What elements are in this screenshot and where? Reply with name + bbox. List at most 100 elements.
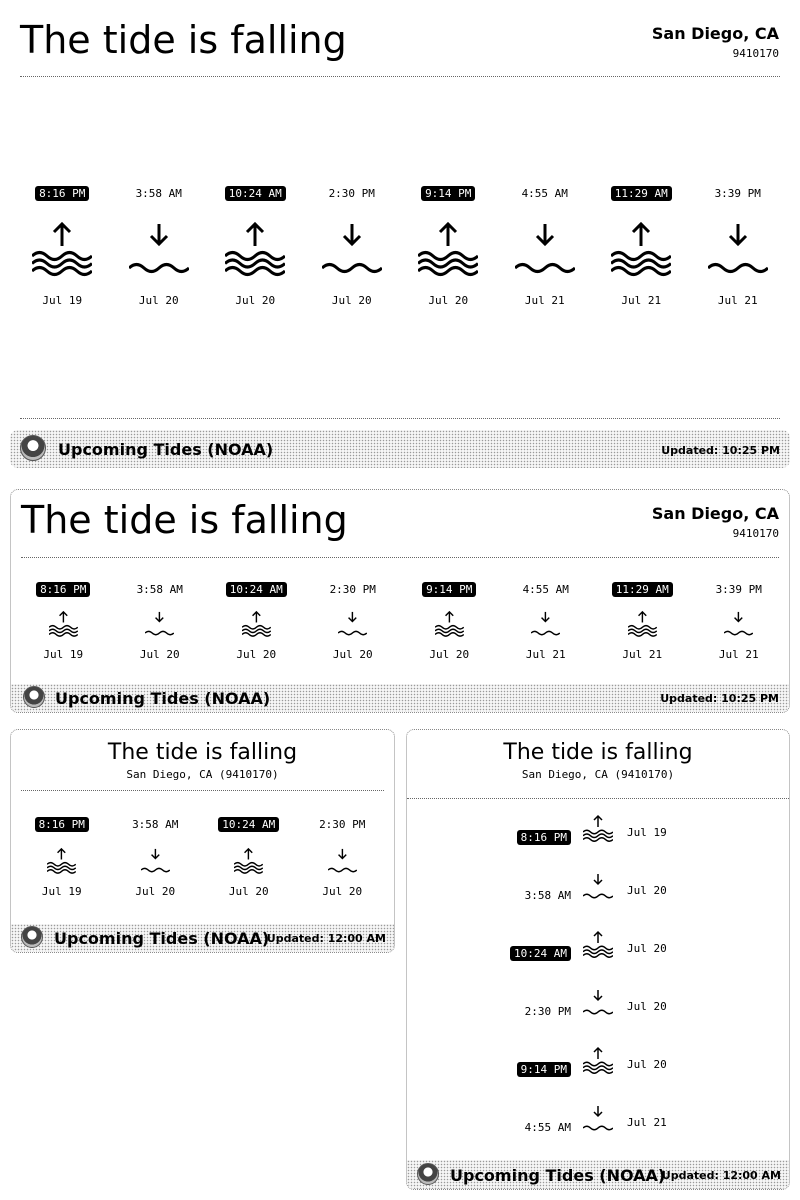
tide-time: 2:30 PM (328, 187, 375, 200)
tide-item: 4:55 AM Jul 21 (407, 1102, 789, 1152)
rising-tide-icon (583, 930, 613, 958)
rising-tide-icon (48, 610, 78, 637)
tide-time: 4:55 AM (522, 583, 569, 596)
falling-tide-icon (128, 224, 189, 273)
tide-time: 9:14 PM (516, 1062, 571, 1077)
updated-time: Updated: 12:00 AM (266, 932, 386, 945)
rising-tide-icon (32, 221, 93, 276)
tide-time: 3:58 AM (132, 818, 179, 831)
tide-time: 2:30 PM (524, 1005, 571, 1018)
tide-time: 8:16 PM (34, 817, 89, 832)
header-divider (21, 557, 779, 558)
falling-tide-icon (338, 611, 368, 636)
tide-row: 8:16 PM Jul 19 3:58 AM Jul 20 10:24 AM Jul 20… (15, 574, 787, 664)
page-title: The tide is falling (107, 740, 298, 765)
rising-tide-icon (234, 847, 264, 874)
tide-date: Jul 21 (621, 294, 662, 307)
tide-date: Jul 20 (331, 294, 372, 307)
rising-tide-icon (241, 610, 271, 637)
tide-time: 11:29 AM (611, 582, 673, 597)
tide-date: Jul 20 (627, 942, 667, 955)
tide-item: 10:24 AM Jul 20 (208, 574, 305, 664)
tide-item: 8:16 PM Jul 19 (407, 812, 789, 862)
location-name: San Diego, CA (651, 24, 779, 43)
footer-bar: Upcoming Tides (NOAA) Updated: 12:00 AM (407, 1160, 789, 1189)
widget-wide: The tide is falling San Diego, CA 941017… (10, 489, 790, 713)
footer-label: Upcoming Tides (NOAA) (450, 1166, 666, 1185)
noaa-logo-icon (23, 686, 45, 708)
rising-tide-icon (627, 610, 657, 637)
tide-date: Jul 20 (236, 648, 277, 661)
tide-date: Jul 20 (322, 885, 363, 898)
station-id: 9410170 (732, 47, 779, 60)
tide-item: 3:39 PM Jul 21 (691, 574, 788, 664)
tide-item: 8:16 PM Jul 19 (15, 574, 112, 664)
tide-time: 10:24 AM (218, 817, 280, 832)
tide-item: 4:55 AM Jul 21 (498, 574, 595, 664)
falling-tide-icon (583, 1106, 613, 1131)
tide-item: 2:30 PM Jul 20 (296, 813, 390, 903)
page-title: The tide is falling (21, 498, 348, 542)
falling-tide-icon (724, 611, 754, 636)
tide-time: 8:16 PM (35, 186, 90, 201)
location-inline: San Diego, CA (9410170) (521, 768, 675, 781)
falling-tide-icon (145, 611, 175, 636)
tide-time: 4:55 AM (524, 1121, 571, 1134)
tide-date: Jul 20 (235, 294, 276, 307)
tide-time: 3:58 AM (524, 889, 571, 902)
tide-date: Jul 21 (622, 648, 663, 661)
tide-date: Jul 19 (627, 826, 667, 839)
rising-tide-icon (583, 814, 613, 842)
updated-time: Updated: 12:00 AM (661, 1169, 781, 1182)
rising-tide-icon (418, 221, 479, 276)
rising-tide-icon (434, 610, 464, 637)
location-name: San Diego, CA (651, 504, 779, 523)
tide-date: Jul 21 (717, 294, 758, 307)
noaa-logo-icon (21, 926, 43, 948)
tide-list: 8:16 PM Jul 19 3:58 AM Jul 20 10:24 AM Jul 20… (407, 812, 789, 1152)
tide-row: 8:16 PM Jul 19 3:58 AM Jul 20 10:24 AM Jul 20… (15, 813, 390, 903)
header-divider (20, 76, 780, 77)
tide-date: Jul 19 (41, 885, 82, 898)
tide-date: Jul 20 (135, 885, 176, 898)
tide-date: Jul 19 (42, 294, 83, 307)
tide-time: 3:39 PM (715, 583, 762, 596)
footer-label: Upcoming Tides (NOAA) (55, 689, 271, 708)
tide-item: 3:58 AM Jul 20 (109, 813, 203, 903)
tide-time: 3:39 PM (714, 187, 761, 200)
footer-label: Upcoming Tides (NOAA) (58, 440, 274, 459)
tide-item: 9:14 PM Jul 20 (401, 574, 498, 664)
widget-tall: The tide is falling San Diego, CA (94101… (406, 729, 790, 1190)
falling-tide-icon (140, 848, 170, 873)
tide-date: Jul 20 (139, 648, 180, 661)
tide-item: 3:39 PM Jul 21 (690, 180, 787, 320)
falling-tide-icon (327, 848, 357, 873)
falling-tide-icon (531, 611, 561, 636)
tide-time: 4:55 AM (521, 187, 568, 200)
tide-date: Jul 21 (718, 648, 759, 661)
tide-date: Jul 21 (525, 648, 566, 661)
tide-time: 10:24 AM (225, 582, 287, 597)
tide-date: Jul 20 (138, 294, 179, 307)
falling-tide-icon (514, 224, 575, 273)
falling-tide-icon (583, 990, 613, 1015)
rising-tide-icon (225, 221, 286, 276)
tide-item: 11:29 AM Jul 21 (593, 180, 690, 320)
tide-item: 10:24 AM Jul 20 (407, 928, 789, 978)
tide-time: 2:30 PM (319, 818, 366, 831)
tide-item: 10:24 AM Jul 20 (202, 813, 296, 903)
tide-time: 3:58 AM (135, 187, 182, 200)
tide-item: 9:14 PM Jul 20 (407, 1044, 789, 1094)
tide-item: 3:58 AM Jul 20 (407, 870, 789, 920)
tide-row: 8:16 PM Jul 19 3:58 AM Jul 20 10:24 AM Jul 20… (14, 180, 786, 320)
tide-date: Jul 20 (627, 1000, 667, 1013)
updated-time: Updated: 10:25 PM (660, 692, 779, 705)
tide-date: Jul 20 (428, 294, 469, 307)
tide-item: 2:30 PM Jul 20 (407, 986, 789, 1036)
tide-time: 8:16 PM (516, 830, 571, 845)
tide-time: 10:24 AM (510, 946, 571, 961)
rising-tide-icon (47, 847, 77, 874)
updated-time: Updated: 10:25 PM (661, 444, 780, 457)
tide-item: 2:30 PM Jul 20 (305, 574, 402, 664)
header-divider (407, 798, 789, 799)
